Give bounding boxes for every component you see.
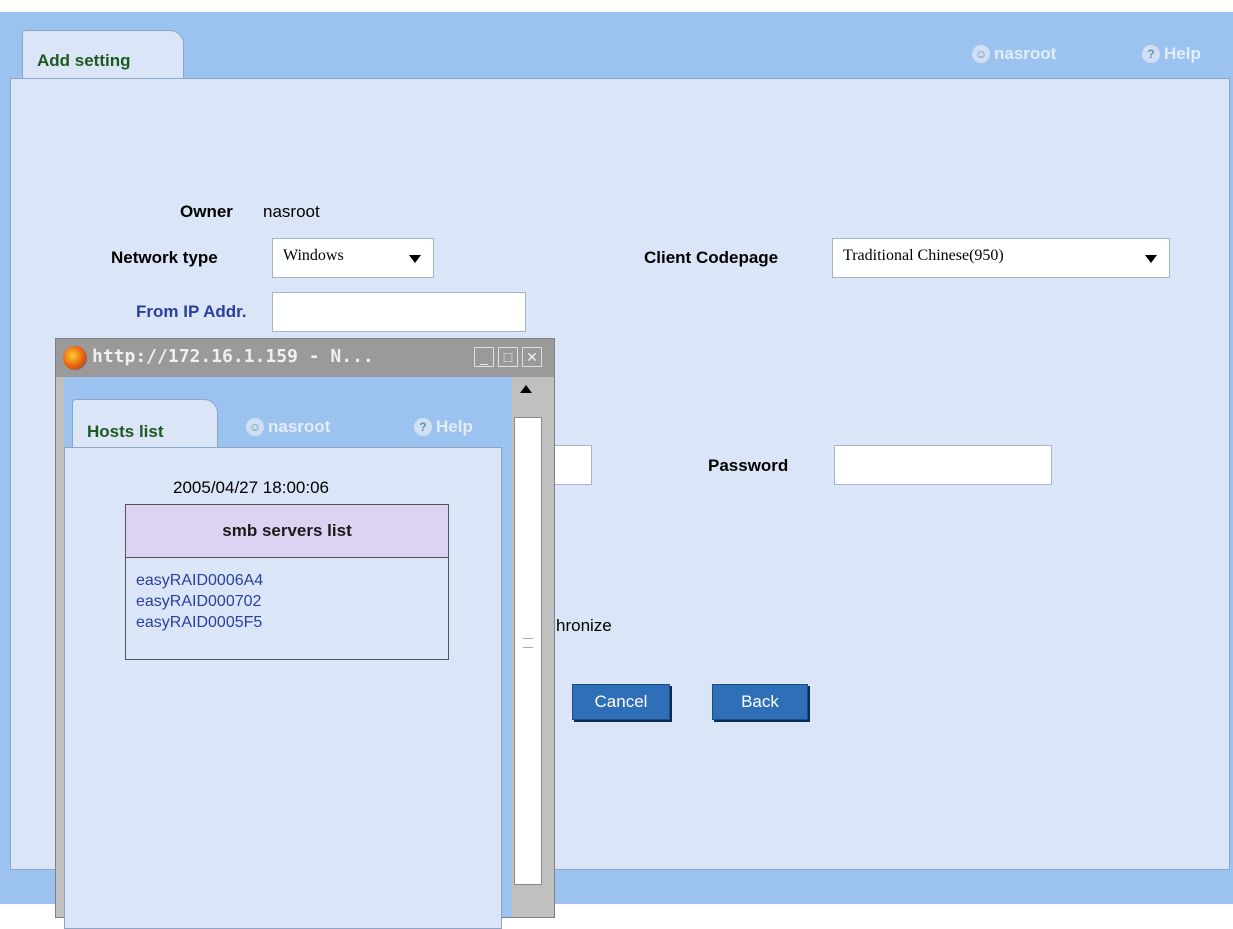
owner-value: nasroot	[263, 202, 320, 221]
help-icon: ?	[414, 418, 432, 436]
client-codepage-label: Client Codepage	[644, 248, 779, 267]
tab-add-setting-label: Add setting	[37, 51, 131, 70]
list-item[interactable]: easyRAID0005F5	[126, 612, 448, 633]
hosts-panel: 2005/04/27 18:00:06 smb servers list eas…	[64, 447, 502, 929]
close-icon[interactable]: ✕	[522, 347, 542, 367]
cancel-button[interactable]: Cancel	[572, 684, 670, 720]
scroll-up-icon[interactable]	[520, 385, 532, 393]
popup-titlebar[interactable]: http://172.16.1.159 - N... _ □ ✕	[56, 339, 554, 377]
popup-user-label: nasroot	[268, 417, 331, 436]
client-codepage-value: Traditional Chinese(950)	[843, 247, 1004, 264]
user-link-label: nasroot	[994, 44, 1057, 63]
list-items: easyRAID0006A4 easyRAID000702 easyRAID00…	[126, 558, 448, 633]
top-strip	[0, 0, 1233, 12]
user-icon: ☺	[246, 418, 264, 436]
owner-label: Owner	[180, 202, 233, 221]
popup-help-label: Help	[436, 417, 473, 436]
chevron-down-icon	[1145, 255, 1157, 263]
popup-user-link[interactable]: ☺ nasroot	[246, 417, 330, 437]
list-item[interactable]: easyRAID0006A4	[126, 570, 448, 591]
grip-icon	[523, 638, 533, 648]
popup-content: Hosts list ☺ nasroot ? Help 2005/04/27 1…	[64, 377, 512, 929]
timestamp: 2005/04/27 18:00:06	[173, 478, 329, 497]
list-header: smb servers list	[126, 505, 448, 558]
user-icon: ☺	[972, 45, 990, 63]
popup-title: http://172.16.1.159 - N...	[92, 346, 374, 367]
hosts-popup-window: http://172.16.1.159 - N... _ □ ✕ Hosts l…	[55, 338, 555, 929]
network-type-label: Network type	[111, 248, 218, 267]
help-link[interactable]: ? Help	[1142, 44, 1201, 64]
back-button[interactable]: Back	[712, 684, 808, 720]
synchronize-label: hronize	[556, 616, 612, 635]
network-type-value: Windows	[283, 247, 344, 264]
firefox-icon	[63, 346, 87, 370]
tab-hosts-list-label: Hosts list	[87, 422, 164, 441]
tab-add-setting[interactable]: Add setting	[22, 30, 184, 81]
maximize-icon[interactable]: □	[498, 347, 518, 367]
popup-scrollbar[interactable]	[512, 377, 544, 917]
scroll-thumb[interactable]	[514, 417, 542, 885]
popup-inner: Hosts list ☺ nasroot ? Help 2005/04/27 1…	[64, 377, 544, 929]
network-type-select[interactable]: Windows	[272, 238, 434, 278]
minimize-icon[interactable]: _	[474, 347, 494, 367]
help-icon: ?	[1142, 45, 1160, 63]
password-label: Password	[708, 456, 789, 475]
client-codepage-select[interactable]: Traditional Chinese(950)	[832, 238, 1170, 278]
user-link[interactable]: ☺ nasroot	[972, 44, 1056, 64]
popup-help-link[interactable]: ? Help	[414, 417, 473, 437]
from-ip-input[interactable]	[272, 292, 526, 332]
smb-servers-list: smb servers list easyRAID0006A4 easyRAID…	[125, 504, 449, 660]
password-input[interactable]	[834, 445, 1052, 485]
help-link-label: Help	[1164, 44, 1201, 63]
chevron-down-icon	[409, 255, 421, 263]
tab-hosts-list[interactable]: Hosts list	[72, 399, 218, 450]
list-item[interactable]: easyRAID000702	[126, 591, 448, 612]
from-ip-label: From IP Addr.	[136, 302, 247, 321]
